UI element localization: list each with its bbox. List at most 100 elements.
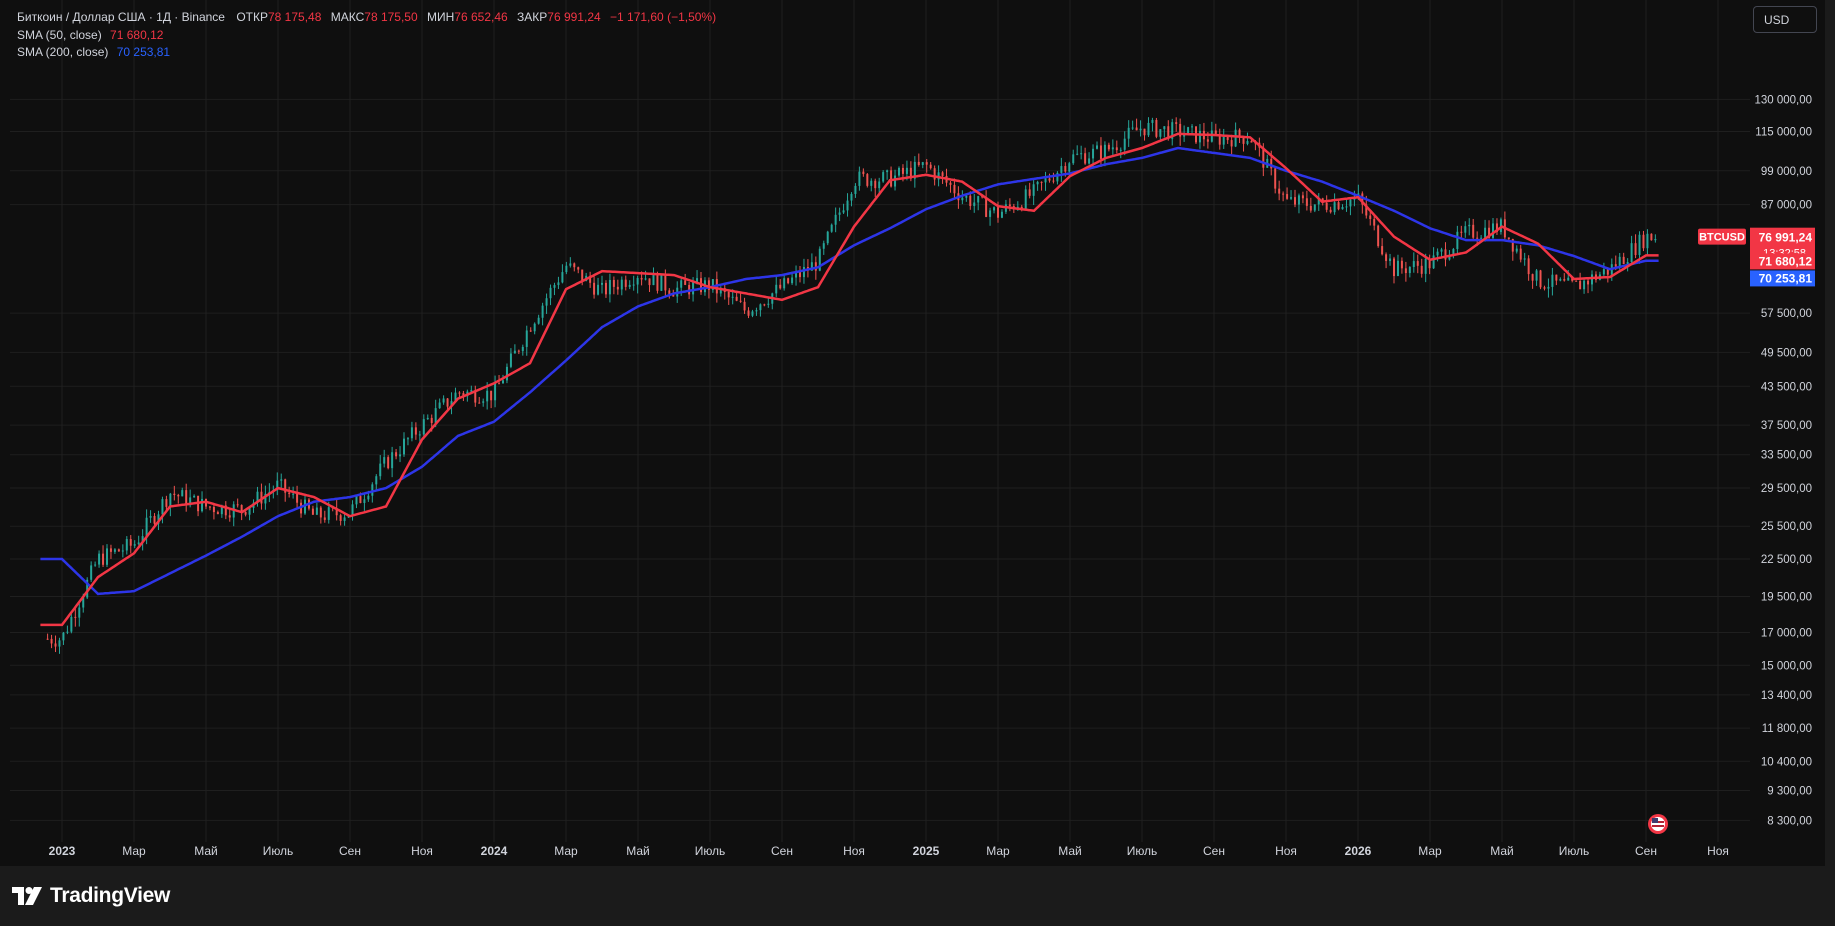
candle-body — [505, 366, 508, 381]
candle-body — [1072, 154, 1075, 164]
candle-body — [46, 638, 49, 640]
candle-body — [414, 427, 417, 435]
candle-body — [1155, 119, 1158, 137]
candle-body — [624, 279, 627, 287]
candle-body — [395, 452, 398, 457]
candle-body — [1230, 140, 1233, 147]
candle-body — [973, 202, 976, 207]
us-flag-icon[interactable] — [1648, 814, 1668, 834]
candle-body — [1080, 153, 1083, 155]
candle-body — [1032, 184, 1035, 196]
candle-body — [830, 224, 833, 232]
time-axis[interactable]: 2023 Мар Май Июль Сен Ноя 2024 Мар Май Июль Сен Ноя… — [49, 844, 1729, 858]
candle-body — [739, 300, 742, 302]
candle-body — [1396, 260, 1399, 277]
price-chart[interactable]: 130 000,00 115 000,00 99 000,00 87 000,00 57… — [0, 0, 1825, 866]
currency-button[interactable]: USD — [1753, 6, 1817, 33]
sma50-legend[interactable]: SMA (50, close) 71 680,12 — [17, 28, 163, 42]
candle-body — [1000, 211, 1003, 218]
candle-body — [1143, 128, 1146, 136]
candle-body — [842, 210, 845, 213]
candle-body — [1389, 258, 1392, 261]
candle-body — [521, 346, 524, 352]
candle-body — [438, 402, 441, 409]
time-tick-label: Июль — [1559, 844, 1590, 858]
flag-stripe — [1652, 825, 1664, 827]
candle-body — [1151, 119, 1154, 123]
time-tick-label: Июль — [695, 844, 726, 858]
candle-body — [339, 515, 342, 521]
candle-body — [1131, 127, 1134, 129]
time-tick-label: Ноя — [411, 844, 433, 858]
candle-body — [1385, 254, 1388, 261]
tradingview-logo[interactable]: TradingView — [12, 884, 170, 908]
sma200-legend[interactable]: SMA (200, close) 70 253,81 — [17, 45, 170, 59]
candle-body — [1044, 178, 1047, 183]
candle-body — [1107, 144, 1110, 150]
candle-body — [846, 200, 849, 211]
candle-body — [1036, 181, 1039, 185]
time-tick-label: Сен — [1635, 844, 1657, 858]
candle-body — [1630, 243, 1633, 263]
time-tick-label: Сен — [771, 844, 793, 858]
price-tick-label: 9 300,00 — [1767, 786, 1812, 798]
candle-body — [553, 285, 556, 288]
candle-body — [502, 380, 504, 384]
candle-body — [1008, 204, 1011, 207]
candle-body — [1404, 268, 1407, 274]
candle-body — [1119, 149, 1122, 151]
candle-body — [632, 284, 635, 286]
candle-body — [1654, 238, 1657, 241]
candle-body — [1246, 141, 1249, 144]
candle-body — [228, 515, 231, 518]
close-value: 76 991,24 — [547, 10, 601, 24]
candle-body — [54, 643, 57, 647]
open-value: 78 175,48 — [268, 10, 322, 24]
candle-body — [149, 515, 152, 518]
candle-body — [985, 197, 988, 217]
candle-body — [620, 279, 623, 290]
candle-body — [509, 353, 512, 367]
sma200-label[interactable]: SMA (200, close) — [17, 45, 108, 59]
candle-body — [1634, 243, 1637, 256]
candle-body — [478, 402, 481, 404]
candle-body — [387, 457, 390, 469]
candle-body — [1127, 127, 1130, 139]
chart-panel[interactable]: 130 000,00 115 000,00 99 000,00 87 000,00 57… — [0, 0, 1825, 866]
candle-body — [1591, 274, 1593, 285]
candle-body — [882, 172, 885, 182]
candle-body — [1163, 126, 1166, 130]
candle-body — [1076, 153, 1079, 155]
candle-body — [1381, 246, 1384, 255]
candle-body — [953, 184, 956, 194]
candle-body — [636, 277, 639, 285]
candle-body — [1622, 256, 1625, 265]
price-tick-label: 57 500,00 — [1761, 308, 1812, 320]
candle-body — [418, 434, 421, 436]
candle-body — [735, 296, 738, 301]
candle-body — [1638, 234, 1641, 256]
candle-body — [399, 454, 402, 457]
low-label: МИН — [427, 10, 455, 24]
candle-body — [1543, 287, 1546, 289]
candle-body — [169, 493, 172, 507]
candle-body — [1274, 168, 1277, 189]
candle-body — [458, 392, 461, 394]
candle-body — [391, 452, 394, 469]
candle-body — [894, 175, 897, 187]
symbol-title[interactable]: Биткоин / Доллар США · 1Д · Binance — [17, 10, 225, 24]
candle-body — [102, 553, 105, 565]
candle-body — [1602, 269, 1605, 275]
candle-body — [117, 549, 120, 552]
candle-body — [1028, 189, 1031, 196]
symbol-legend[interactable]: Биткоин / Доллар США · 1Д · Binance ОТКР… — [17, 10, 716, 24]
candle-body — [1052, 180, 1055, 182]
candle-body — [1349, 199, 1352, 207]
candle-body — [886, 170, 889, 173]
sma50-label[interactable]: SMA (50, close) — [17, 28, 102, 42]
candle-body — [577, 267, 580, 270]
price-axis[interactable]: 130 000,00 115 000,00 99 000,00 87 000,00 57… — [1754, 94, 1812, 827]
candle-body — [898, 167, 900, 176]
candle-body — [537, 317, 540, 324]
candle-body — [1096, 145, 1098, 149]
